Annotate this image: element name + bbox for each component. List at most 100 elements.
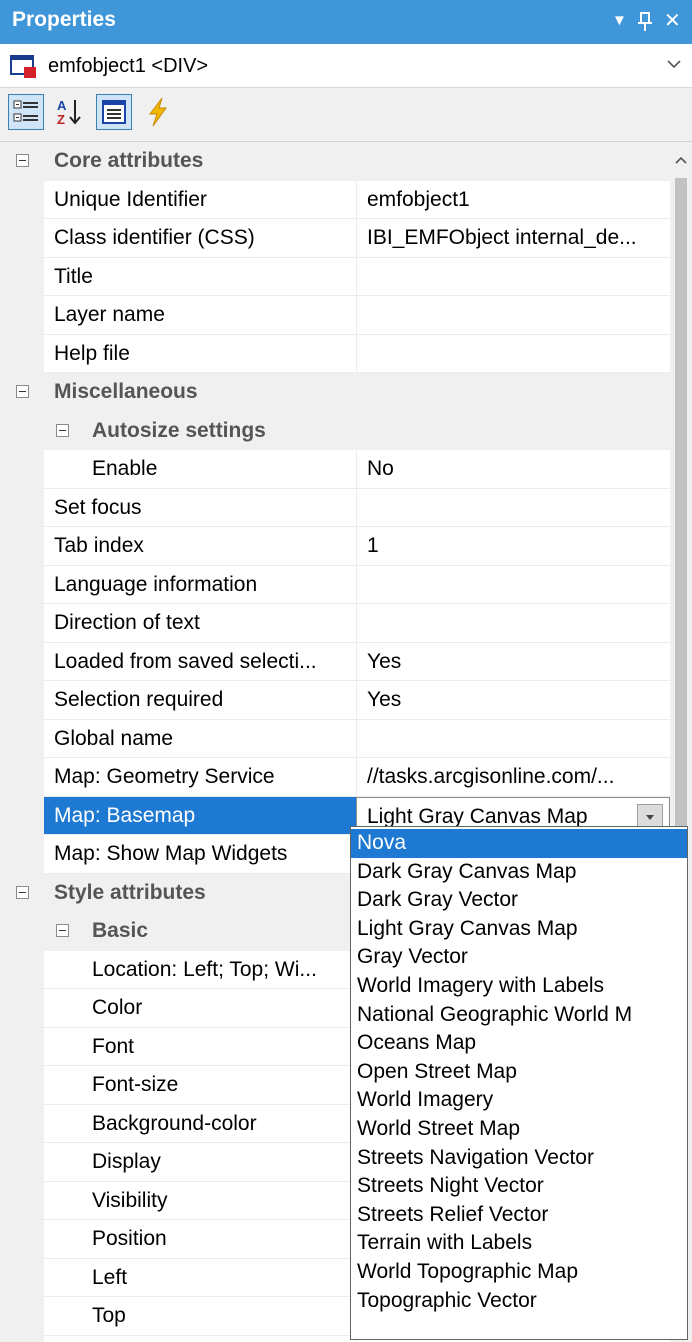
property-value-text: Light Gray Canvas Map [367,804,588,828]
collapse-icon[interactable] [16,385,29,398]
category-row[interactable]: Miscellaneous [0,373,670,412]
property-name: Font [44,1028,356,1066]
row-gutter [0,1220,44,1259]
property-value-text: Yes [367,649,402,673]
property-value[interactable] [356,604,670,643]
property-row[interactable]: Title [0,257,670,296]
events-button[interactable] [140,94,176,130]
property-name: Top [44,1297,356,1336]
basemap-option[interactable]: World Imagery [351,1086,687,1115]
pin-icon[interactable] [638,6,652,42]
property-value[interactable]: IBI_EMFObject internal_de... [356,219,670,258]
category-row[interactable]: Autosize settings [0,411,670,450]
categorized-button[interactable] [8,94,44,130]
basemap-option[interactable]: Terrain with Labels [351,1229,687,1258]
property-value[interactable]: emfobject1 [356,180,670,219]
property-name: Help file [44,335,356,373]
property-row[interactable]: Selection required Yes [0,681,670,720]
close-icon[interactable]: ✕ [664,6,681,36]
property-value[interactable] [356,488,670,527]
chevron-down-icon [646,814,654,820]
row-gutter [0,1104,44,1143]
property-row[interactable]: Class identifier (CSS) IBI_EMFObject inte… [0,219,670,258]
basemap-option[interactable]: Dark Gray Canvas Map [351,858,687,887]
chevron-down-icon[interactable] [666,52,682,82]
basemap-option[interactable]: Topographic Vector [351,1287,687,1316]
collapse-icon[interactable] [56,423,69,437]
row-gutter [0,642,44,681]
property-row[interactable]: Map: Geometry Service //tasks.arcgisonlin… [0,758,670,797]
basemap-option[interactable]: Streets Relief Vector [351,1201,687,1230]
basemap-option[interactable]: National Geographic World M [351,1001,687,1030]
property-row[interactable]: Help file [0,334,670,373]
row-gutter [0,950,44,989]
object-icon [10,54,40,80]
property-name: Language information [44,566,356,604]
property-value[interactable] [356,334,670,373]
window-menu-icon[interactable]: ▼ [612,6,627,36]
category-row[interactable]: Core attributes [0,142,670,181]
property-row[interactable]: Set focus [0,488,670,527]
property-pages-icon [102,100,126,124]
property-row[interactable]: Language information [0,565,670,604]
row-gutter [0,1181,44,1220]
object-selector[interactable]: emfobject1 <DIV> [0,46,692,88]
collapse-icon[interactable] [16,154,29,167]
basemap-dropdown-list[interactable]: Nova Dark Gray Canvas Map Dark Gray Vector… [350,826,688,1340]
property-name: Enable [44,450,356,489]
basemap-option[interactable]: Dark Gray Vector [351,886,687,915]
property-name: Map: Basemap [44,796,356,835]
collapse-icon[interactable] [16,885,29,899]
categorized-icon [13,100,38,122]
row-gutter [0,257,44,296]
basemap-option[interactable]: Open Street Map [351,1058,687,1087]
property-row[interactable]: Direction of text [0,604,670,643]
row-gutter [0,527,44,566]
property-row[interactable]: Layer name [0,296,670,335]
category-label: Autosize settings [92,418,266,442]
property-name: Layer name [44,296,356,335]
category-label: Style attributes [54,880,206,904]
property-name: Loaded from saved selecti... [44,643,356,681]
property-name: Set focus [44,489,356,527]
collapse-icon[interactable] [56,924,69,937]
sort-az-icon: A Z [57,98,81,127]
property-row[interactable]: Tab index 1 [0,527,670,566]
basemap-option[interactable]: Nova [351,829,687,858]
basemap-option[interactable]: World Imagery with Labels [351,972,687,1001]
property-value-text: IBI_EMFObject internal_de... [367,226,637,249]
basemap-option[interactable]: Streets Navigation Vector [351,1144,687,1173]
basemap-option[interactable]: Oceans Map [351,1029,687,1058]
category-label: Basic [92,919,149,942]
property-row[interactable]: Enable No [0,450,670,489]
property-value[interactable] [356,565,670,604]
window-title: Properties [12,8,116,31]
property-name: Selection required [44,681,356,720]
property-row[interactable]: Global name [0,719,670,758]
scroll-up-icon[interactable] [674,152,688,170]
basemap-option[interactable]: World Street Map [351,1115,687,1144]
basemap-option[interactable]: Gray Vector [351,943,687,972]
property-value[interactable] [356,719,670,758]
property-name: Left [44,1259,356,1297]
object-selector-value: emfobject1 <DIV> [48,55,209,77]
row-gutter [0,1066,44,1105]
property-value[interactable]: //tasks.arcgisonline.com/... [356,758,670,797]
property-value[interactable] [356,296,670,335]
basemap-option[interactable]: World Topographic Map [351,1258,687,1287]
property-value-text: 1 [367,534,379,557]
property-value[interactable]: Yes [356,642,670,681]
lightning-icon [149,97,167,127]
basemap-option[interactable]: Light Gray Canvas Map [351,915,687,944]
property-value[interactable]: No [356,450,670,489]
alphabetical-button[interactable]: A Z [52,94,88,130]
basemap-option[interactable]: Streets Night Vector [351,1172,687,1201]
category-label: Miscellaneous [54,380,198,403]
property-row[interactable]: Unique Identifier emfobject1 [0,180,670,219]
property-value[interactable]: 1 [356,527,670,566]
property-value[interactable] [356,257,670,296]
property-value[interactable]: Yes [356,681,670,720]
row-gutter [0,565,44,604]
properties-view-button[interactable] [96,94,132,130]
property-row[interactable]: Loaded from saved selecti... Yes [0,642,670,681]
